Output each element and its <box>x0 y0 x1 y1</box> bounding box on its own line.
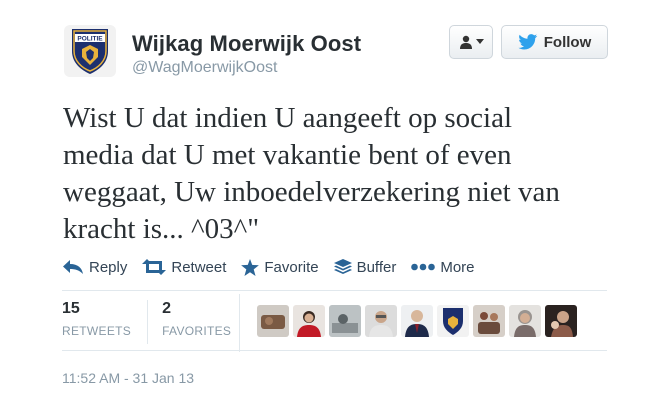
engager-avatar[interactable] <box>437 305 469 337</box>
reply-label: Reply <box>89 258 128 276</box>
avatar-text: POLITIE <box>77 36 103 43</box>
reply-icon <box>63 260 83 274</box>
caret-down-icon <box>475 39 484 44</box>
reply-action[interactable]: Reply <box>62 259 127 276</box>
retweet-action[interactable]: Retweet <box>142 259 226 276</box>
more-label: More <box>440 258 475 276</box>
engagers-avatars <box>257 305 577 337</box>
tweet-text: Wist U dat indien U aangeeft op social m… <box>63 102 560 245</box>
follow-button[interactable]: Follow <box>501 25 608 59</box>
follow-label: Follow <box>543 33 592 51</box>
retweets-count: 15 <box>62 300 80 317</box>
engager-avatar[interactable] <box>509 305 541 337</box>
more-action[interactable]: More <box>411 258 475 276</box>
engager-avatar[interactable] <box>401 305 433 337</box>
divider-top <box>62 290 607 291</box>
engager-avatar[interactable] <box>473 305 505 337</box>
stats-separator <box>239 294 240 352</box>
tweet-actions: Reply Retweet Favorite Buffer More <box>62 256 490 278</box>
user-names: Wijkag Moerwijk Oost @WagMoerwijkOost <box>132 31 361 77</box>
user-icon <box>459 35 472 49</box>
police-badge-icon: POLITIE <box>64 25 116 77</box>
retweet-icon <box>142 259 167 275</box>
twitter-bird-icon <box>518 34 537 50</box>
tweet-header: POLITIE Wijkag Moerwijk Oost @WagMoerwij… <box>64 25 609 85</box>
retweets-label: RETWEETS <box>62 324 132 338</box>
favorites-label: FAVORITES <box>162 324 232 338</box>
favorite-label: Favorite <box>264 258 319 276</box>
favorites-count: 2 <box>162 300 171 317</box>
favorite-action[interactable]: Favorite <box>241 258 319 276</box>
buffer-icon <box>333 258 352 274</box>
engager-avatar[interactable] <box>545 305 577 337</box>
engager-avatar[interactable] <box>365 305 397 337</box>
star-icon <box>241 258 260 276</box>
tweet-timestamp[interactable]: 11:52 AM - 31 Jan 13 <box>62 370 194 386</box>
profile-avatar[interactable]: POLITIE <box>64 25 116 77</box>
engager-avatar[interactable] <box>293 305 325 337</box>
retweets-stat[interactable]: 15 RETWEETS <box>62 300 147 344</box>
favorites-stat[interactable]: 2 FAVORITES <box>147 300 247 344</box>
user-actions-dropdown[interactable] <box>449 25 493 59</box>
engager-avatar[interactable] <box>257 305 289 337</box>
engager-avatar[interactable] <box>329 305 361 337</box>
tweet-stats: 15 RETWEETS 2 FAVORITES <box>62 300 247 344</box>
user-full-name[interactable]: Wijkag Moerwijk Oost <box>132 31 361 57</box>
buffer-action[interactable]: Buffer <box>333 258 397 276</box>
buffer-label: Buffer <box>356 258 397 276</box>
divider-bottom <box>62 350 607 351</box>
retweet-label: Retweet <box>171 258 227 276</box>
user-screen-name[interactable]: @WagMoerwijkOost <box>132 59 361 77</box>
more-dots-icon <box>411 263 436 271</box>
